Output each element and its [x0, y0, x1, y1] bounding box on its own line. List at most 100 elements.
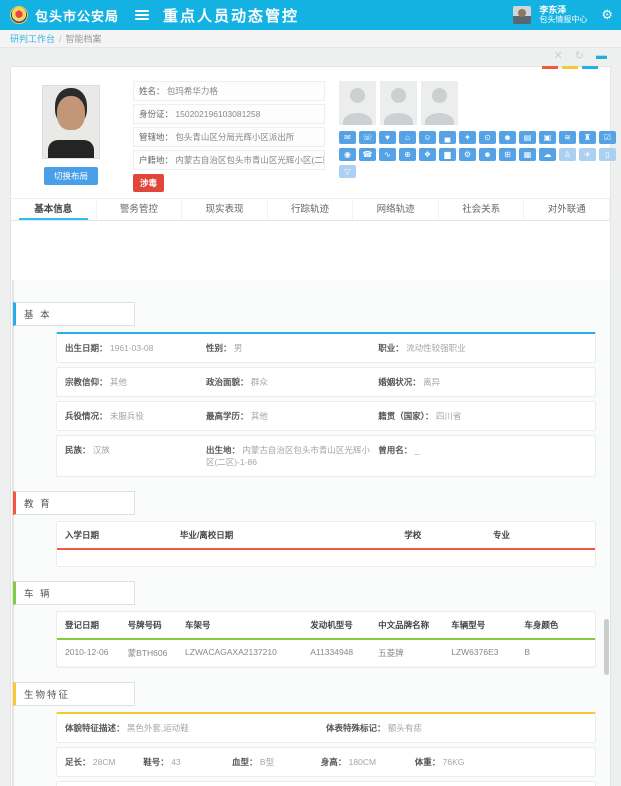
- gear-grid-icon[interactable]: ⚙: [459, 148, 476, 161]
- fingerprint-row: 指纹：: [56, 781, 596, 786]
- switch-layout-button[interactable]: 切换布局: [44, 167, 98, 185]
- section-basic-title: 基 本: [13, 302, 135, 326]
- table-cell: 2010-12-06: [65, 647, 128, 659]
- breadcrumb-current: 智能档案: [66, 32, 102, 45]
- user-grid-icon[interactable]: ☻: [479, 148, 496, 161]
- accent-bar-red: [542, 66, 558, 69]
- cloud-icon[interactable]: ☁: [539, 148, 556, 161]
- accent-bar-yellow: [562, 66, 578, 69]
- comment-icon[interactable]: ✉: [339, 131, 356, 144]
- tab-police-control[interactable]: 警务管控: [97, 199, 183, 220]
- table-header-cell: 车辆型号: [451, 619, 524, 631]
- telephone-icon[interactable]: ☎: [359, 148, 376, 161]
- profile-card: 切换布局 姓名： 包玛希华力格 身份证： 150202196103081258 …: [10, 66, 611, 786]
- taxi-icon[interactable]: ⊕: [399, 148, 416, 161]
- refresh-icon[interactable]: ↻: [575, 51, 584, 62]
- table-cell: 五菱牌: [378, 647, 451, 659]
- section-basic: 基 本 出生日期： 1961-03-08 性别： 男 职业： 流动性较强职业 宗…: [11, 302, 610, 477]
- vehicle-table: 登记日期 号牌号码 车架号 发动机型号 中文品牌名称 车辆型号 车身颜色 201…: [56, 611, 596, 668]
- biometric-row: 体貌特征描述： 黑色外套,运动鞋 体表特殊标记： 额头有痣: [56, 712, 596, 743]
- tab-network-track[interactable]: 网络轨迹: [353, 199, 439, 220]
- icon-grid-row-1: ✉ ☏ ♥ ⌂ ☺ ▄ ✦ ⊙ ☻ ▤ ▣ ≋ ♜ ☑: [339, 131, 616, 144]
- person-icon[interactable]: ☻: [499, 131, 516, 144]
- police-badge-logo: [10, 6, 28, 24]
- education-icon[interactable]: ✦: [459, 131, 476, 144]
- section-vehicle: 车 辆 登记日期 号牌号码 车架号 发动机型号 中文品牌名称 车辆型号 车身颜色…: [11, 581, 610, 668]
- app-header: 包头市公安局 重点人员动态管控 李东泽 包头情报中心 ⚙: [0, 0, 621, 30]
- user-avatar[interactable]: [513, 6, 531, 24]
- table-row: 2010-12-06 蒙BTH606 LZWACAGAXA2137210 A11…: [57, 640, 595, 667]
- biometric-row: 足长： 28CM 鞋号： 43 血型： B型 身高： 180CM 体重： 76K…: [56, 747, 596, 777]
- table-header-cell: 专业: [493, 529, 587, 541]
- tab-external-contact[interactable]: 对外联通: [524, 199, 610, 220]
- signal-icon[interactable]: ∿: [379, 148, 396, 161]
- table-cell: LZW6376E3: [451, 647, 524, 659]
- bus-icon[interactable]: ▯: [599, 148, 616, 161]
- tab-social-relations[interactable]: 社会关系: [439, 199, 525, 220]
- police-car-icon[interactable]: ⊞: [499, 148, 516, 161]
- accent-bars: [542, 66, 598, 69]
- profile-field-id: 身份证： 150202196103081258: [133, 104, 325, 124]
- tag-icon[interactable]: ❖: [419, 148, 436, 161]
- related-avatars: [339, 81, 616, 125]
- icon-grid-row-2: ◉ ☎ ∿ ⊕ ❖ ▆ ⚙ ☻ ⊞ ▦ ☁ ♙ ✈ ▯: [339, 148, 616, 161]
- user-chip[interactable]: 李东泽 包头情报中心 ⚙: [513, 6, 613, 25]
- profile-field-jurisdiction: 管辖地： 包头青山区分局光辉小区派出所: [133, 127, 325, 147]
- gear-icon[interactable]: ⚙: [601, 7, 613, 23]
- section-education: 教 育 入学日期 毕业/离校日期 学校 专业: [11, 491, 610, 567]
- table-cell: A11334948: [310, 647, 378, 659]
- table-cell: B: [524, 647, 587, 659]
- breadcrumb-separator: /: [59, 34, 62, 44]
- fullscreen-icon[interactable]: ✕: [554, 51, 563, 62]
- trash-icon[interactable]: ▽: [339, 165, 356, 178]
- basic-row: 宗教信仰： 其他 政治面貌： 群众 婚姻状况： 离异: [56, 367, 596, 397]
- car-icon[interactable]: ⊙: [479, 131, 496, 144]
- phone-icon[interactable]: ☏: [359, 131, 376, 144]
- image-icon[interactable]: ▣: [539, 131, 556, 144]
- scrollbar-thumb[interactable]: [604, 619, 609, 675]
- menu-icon[interactable]: [135, 8, 149, 22]
- drug-tag-badge: 涉毒: [133, 174, 164, 192]
- section-vehicle-title: 车 辆: [13, 581, 135, 605]
- table-header-cell: 发动机型号: [310, 619, 378, 631]
- table-header-cell: 车架号: [185, 619, 310, 631]
- related-avatar[interactable]: [339, 81, 376, 125]
- bed-icon[interactable]: ▆: [439, 148, 456, 161]
- plane-icon[interactable]: ✈: [579, 148, 596, 161]
- home-icon[interactable]: ⌂: [399, 131, 416, 144]
- walker-icon[interactable]: ♙: [559, 148, 576, 161]
- basic-row: 出生日期： 1961-03-08 性别： 男 职业： 流动性较强职业: [56, 332, 596, 363]
- profile-field-residence: 户籍地： 内蒙古自治区包头市青山区光辉小区(二区)-1-86: [133, 150, 325, 170]
- collapse-icon[interactable]: ▬: [596, 51, 607, 62]
- bank-icon[interactable]: ♜: [579, 131, 596, 144]
- camera-icon[interactable]: ◉: [339, 148, 356, 161]
- table-cell: 蒙BTH606: [128, 647, 185, 659]
- related-avatar[interactable]: [421, 81, 458, 125]
- breadcrumb-link[interactable]: 研判工作台: [10, 32, 55, 45]
- table-header-cell: 号牌号码: [128, 619, 185, 631]
- table-header-cell: 车身颜色: [524, 619, 587, 631]
- tab-movement-track[interactable]: 行踪轨迹: [268, 199, 354, 220]
- related-avatar[interactable]: [380, 81, 417, 125]
- profile-photo: [42, 85, 100, 159]
- document-icon[interactable]: ▤: [519, 131, 536, 144]
- education-table: 入学日期 毕业/离校日期 学校 专业: [56, 521, 596, 567]
- bank-card-icon[interactable]: ▦: [519, 148, 536, 161]
- card-controls: ✕ ↻ ▬: [554, 51, 607, 62]
- users-icon[interactable]: ☺: [419, 131, 436, 144]
- table-header-cell: 毕业/离校日期: [180, 529, 404, 541]
- basic-row: 兵役情况： 未服兵役 最高学历： 其他 籍贯（国家）： 四川省: [56, 401, 596, 431]
- basic-row: 民族： 汉族 出生地： 内蒙古自治区包头市青山区光辉小区(二区)-1-86 曾用…: [56, 435, 596, 477]
- accent-bar-blue: [582, 66, 598, 69]
- hotel-icon[interactable]: ▄: [439, 131, 456, 144]
- tab-reality-performance[interactable]: 现实表现: [182, 199, 268, 220]
- section-biometric-title: 生物特征: [13, 682, 135, 706]
- profile-tabs: 基本信息 警务管控 现实表现 行踪轨迹 网络轨迹 社会关系 对外联通: [11, 198, 610, 221]
- check-icon[interactable]: ☑: [599, 131, 616, 144]
- wifi-icon[interactable]: ≋: [559, 131, 576, 144]
- user-org: 包头情报中心: [539, 16, 587, 25]
- breadcrumb: 研判工作台 / 智能档案: [0, 30, 621, 48]
- table-header-cell: 学校: [404, 529, 493, 541]
- tab-basic-info[interactable]: 基本信息: [11, 199, 97, 220]
- heart-icon[interactable]: ♥: [379, 131, 396, 144]
